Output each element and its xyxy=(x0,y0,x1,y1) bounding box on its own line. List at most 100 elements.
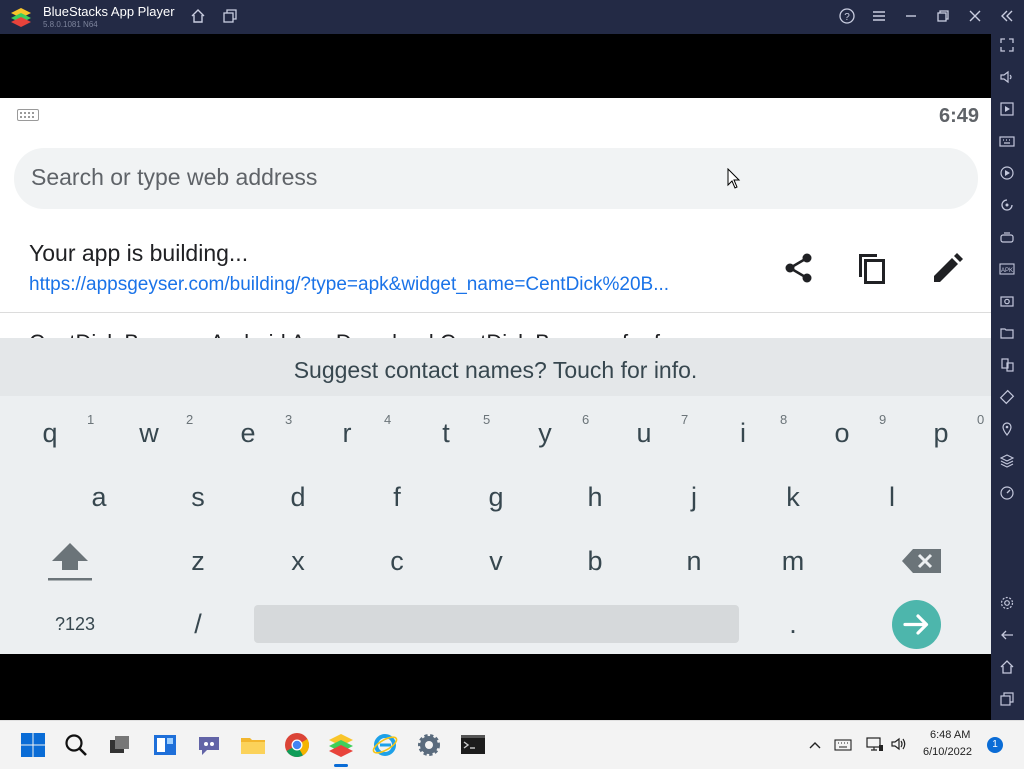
screenshot-icon[interactable] xyxy=(995,293,1019,317)
menu-icon[interactable] xyxy=(868,8,890,28)
teams-chat-icon[interactable] xyxy=(195,731,223,759)
volume-tray-icon[interactable] xyxy=(890,736,908,756)
copy-icon xyxy=(859,254,885,284)
android-status-bar: 6:49 xyxy=(0,98,991,134)
key-j[interactable]: j xyxy=(654,467,734,527)
key-e[interactable]: e3 xyxy=(208,403,292,463)
shift-key[interactable] xyxy=(30,531,110,591)
minimize-icon[interactable] xyxy=(900,8,922,28)
key-g[interactable]: g xyxy=(456,467,536,527)
home-icon[interactable] xyxy=(187,8,209,28)
back-icon[interactable] xyxy=(995,627,1019,651)
help-icon[interactable]: ? xyxy=(836,8,858,28)
file-explorer-icon[interactable] xyxy=(239,731,267,759)
internet-explorer-icon[interactable] xyxy=(371,731,399,759)
notification-count: 1 xyxy=(992,739,998,750)
show-hidden-icons-chevron-icon[interactable] xyxy=(808,737,822,756)
search-bar[interactable] xyxy=(14,148,978,209)
network-icon[interactable] xyxy=(866,736,884,756)
key-slash[interactable]: / xyxy=(158,594,238,654)
key-hint: 4 xyxy=(384,412,392,427)
fullscreen-icon[interactable] xyxy=(995,37,1019,61)
shift-arrow-icon xyxy=(48,543,92,581)
key-f[interactable]: f xyxy=(357,467,437,527)
android-home-icon[interactable] xyxy=(995,659,1019,683)
chrome-icon[interactable] xyxy=(283,731,311,759)
collapse-sidebar-icon[interactable] xyxy=(996,8,1018,28)
key-a[interactable]: a xyxy=(59,467,139,527)
key-d[interactable]: d xyxy=(258,467,338,527)
active-app-indicator xyxy=(334,764,348,767)
recent-apps-icon[interactable] xyxy=(995,691,1019,715)
volume-icon[interactable] xyxy=(995,69,1019,93)
key-z[interactable]: z xyxy=(158,531,238,591)
key-x[interactable]: x xyxy=(258,531,338,591)
settings-gear-icon[interactable] xyxy=(415,731,443,759)
keyboard-layout-icon[interactable] xyxy=(834,737,852,756)
search-input[interactable] xyxy=(29,163,933,192)
key-hint: 2 xyxy=(186,412,194,427)
key-y[interactable]: y6 xyxy=(505,403,589,463)
taskbar-time[interactable]: 6:48 AM xyxy=(930,729,970,741)
key-l[interactable]: l xyxy=(852,467,932,527)
rotate-sync-icon[interactable] xyxy=(995,197,1019,221)
key-i[interactable]: i8 xyxy=(703,403,787,463)
go-button[interactable] xyxy=(892,600,941,649)
copy-button[interactable] xyxy=(853,246,893,290)
suggestion-strip[interactable]: Suggest contact names? Touch for info. xyxy=(0,338,991,396)
key-h[interactable]: h xyxy=(555,467,635,527)
key-r[interactable]: r4 xyxy=(307,403,392,463)
svg-text:APK: APK xyxy=(1001,268,1013,274)
key-m[interactable]: m xyxy=(753,531,833,591)
bluestacks-taskbar-icon[interactable] xyxy=(327,731,355,759)
search-icon[interactable] xyxy=(62,731,90,759)
widgets-icon[interactable] xyxy=(151,731,179,759)
share-button[interactable] xyxy=(779,246,819,290)
media-icon[interactable] xyxy=(995,101,1019,125)
multi-instance-icon[interactable] xyxy=(219,8,241,28)
macro-icon[interactable] xyxy=(995,165,1019,189)
key-hint: 5 xyxy=(483,412,491,427)
key-s[interactable]: s xyxy=(158,467,238,527)
task-view-icon[interactable] xyxy=(106,731,134,759)
key-p[interactable]: p0 xyxy=(901,403,984,463)
key-t[interactable]: t5 xyxy=(406,403,490,463)
key-k[interactable]: k xyxy=(753,467,833,527)
game-controls-icon[interactable] xyxy=(995,229,1019,253)
edit-button[interactable] xyxy=(927,246,967,290)
backspace-key[interactable] xyxy=(882,531,962,591)
settings-icon[interactable] xyxy=(995,595,1019,619)
layers-icon[interactable] xyxy=(995,453,1019,477)
multi-instance-manager-icon[interactable] xyxy=(995,357,1019,381)
key-b[interactable]: b xyxy=(555,531,635,591)
building-url-link[interactable]: https://appsgeyser.com/building/?type=ap… xyxy=(29,274,769,296)
key-v[interactable]: v xyxy=(456,531,536,591)
key-w[interactable]: w2 xyxy=(109,403,193,463)
key-hint: 7 xyxy=(681,412,689,427)
keyboard-notification-icon xyxy=(17,109,39,121)
key-c[interactable]: c xyxy=(357,531,437,591)
restore-icon[interactable] xyxy=(932,8,954,28)
key-hint: 1 xyxy=(87,412,95,427)
folder-icon[interactable] xyxy=(995,325,1019,349)
rotate-icon[interactable] xyxy=(995,389,1019,413)
space-bar[interactable] xyxy=(254,605,739,643)
symbols-key[interactable]: ?123 xyxy=(35,594,115,654)
install-apk-icon[interactable]: APK xyxy=(995,261,1019,285)
performance-icon[interactable] xyxy=(995,485,1019,509)
key-hint: 3 xyxy=(285,412,293,427)
key-q[interactable]: q1 xyxy=(10,403,94,463)
terminal-icon[interactable] xyxy=(459,731,487,759)
key-o[interactable]: o9 xyxy=(802,403,886,463)
key-u[interactable]: u7 xyxy=(604,403,688,463)
close-icon[interactable] xyxy=(964,8,986,28)
key-period[interactable]: . xyxy=(753,594,833,654)
key-n[interactable]: n xyxy=(654,531,734,591)
share-icon xyxy=(785,253,812,283)
taskbar-date[interactable]: 6/10/2022 xyxy=(923,746,972,758)
location-icon[interactable] xyxy=(995,421,1019,445)
start-windows-icon[interactable] xyxy=(19,731,47,759)
backspace-icon xyxy=(902,549,941,573)
keyboard-controls-icon[interactable] xyxy=(995,133,1019,157)
notification-badge[interactable]: 1 xyxy=(987,737,1003,753)
